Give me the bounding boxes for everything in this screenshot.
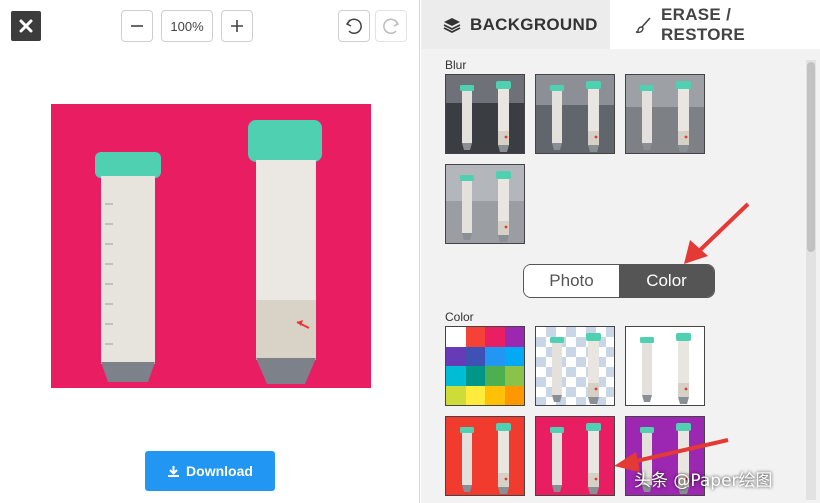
color-swatch-grid	[446, 327, 524, 405]
zoom-level: 100%	[161, 10, 213, 42]
color-section-label: Color	[445, 310, 474, 324]
color-palette-thumb[interactable]	[445, 326, 525, 406]
tab-background[interactable]: BACKGROUND	[421, 0, 610, 49]
redo-icon	[383, 18, 400, 34]
thumb-image	[446, 165, 524, 243]
close-button[interactable]	[11, 11, 41, 41]
color-swatch	[504, 327, 524, 347]
zoom-out-button[interactable]	[121, 10, 153, 42]
watermark-text: 头条 @Paper绘图	[634, 471, 773, 491]
color-swatch	[465, 346, 485, 366]
color-swatch	[446, 346, 466, 366]
background-type-toggle: Photo Color	[523, 264, 715, 298]
color-swatch	[485, 346, 505, 366]
thumb-image	[550, 333, 601, 404]
download-icon	[168, 465, 180, 477]
color-swatch	[485, 385, 505, 405]
brush-icon	[635, 16, 651, 33]
color-swatch	[504, 385, 524, 405]
thumb-image	[640, 333, 691, 404]
download-label: Download	[186, 463, 253, 479]
thumb-image	[550, 423, 601, 494]
color-swatch	[485, 327, 505, 347]
plus-icon	[231, 20, 243, 32]
tab-background-label: BACKGROUND	[470, 14, 598, 34]
settings-pane: BACKGROUND ERASE / RESTORE Blur Photo Co…	[421, 0, 820, 503]
toggle-color-button[interactable]: Color	[619, 265, 714, 297]
minus-icon	[131, 25, 143, 27]
download-button[interactable]: Download	[145, 451, 275, 491]
color-swatch	[465, 366, 485, 386]
color-swatch	[504, 366, 524, 386]
editor-pane: 100% Download	[0, 0, 420, 503]
blur-section-label: Blur	[445, 58, 467, 72]
blur-thumb-0[interactable]	[445, 74, 525, 154]
color-swatch	[465, 327, 485, 347]
tube-cap-left	[95, 152, 161, 178]
undo-icon	[345, 18, 362, 34]
color-swatch	[465, 385, 485, 405]
color-swatch	[485, 366, 505, 386]
color-swatch	[446, 385, 466, 405]
red-bg-thumb[interactable]	[445, 416, 525, 496]
thumb-image	[536, 75, 614, 153]
close-icon	[19, 19, 33, 33]
color-swatch	[446, 327, 466, 347]
image-canvas[interactable]	[51, 104, 371, 388]
app-window: 100% Download BACKGROUND ERASE / RESTORE…	[0, 0, 820, 503]
tube-cap-right	[248, 120, 322, 162]
undo-button[interactable]	[338, 10, 370, 42]
zoom-in-button[interactable]	[221, 10, 253, 42]
thumb-image	[460, 423, 511, 494]
blur-thumb-2[interactable]	[625, 74, 705, 154]
thumb-image	[626, 75, 704, 153]
tab-erase-restore-label: ERASE / RESTORE	[660, 4, 745, 44]
white-bg-thumb[interactable]	[625, 326, 705, 406]
scrollbar-thumb[interactable]	[807, 62, 815, 252]
blur-thumb-3[interactable]	[445, 164, 525, 244]
pink-bg-thumb[interactable]	[535, 416, 615, 496]
redo-button[interactable]	[375, 10, 407, 42]
tab-erase-restore[interactable]: ERASE / RESTORE	[610, 0, 820, 49]
toggle-photo-button[interactable]: Photo	[524, 265, 619, 297]
layers-icon	[443, 17, 461, 33]
color-swatch	[446, 366, 466, 386]
transparent-bg-thumb[interactable]	[535, 326, 615, 406]
color-swatch	[504, 346, 524, 366]
tubes-photo	[95, 120, 322, 384]
blur-thumb-1[interactable]	[535, 74, 615, 154]
thumb-image	[446, 75, 524, 153]
